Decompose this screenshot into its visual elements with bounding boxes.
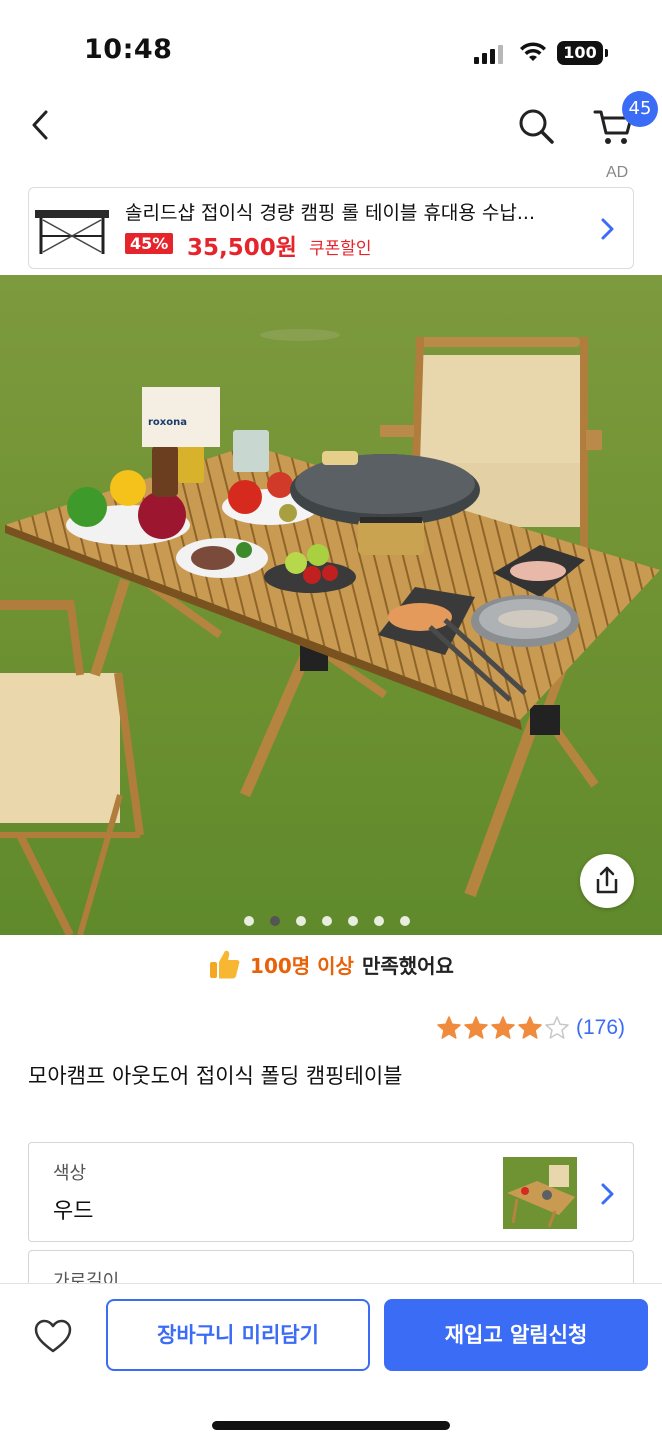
ad-label: AD <box>606 164 629 181</box>
gallery-dot[interactable] <box>296 916 306 926</box>
product-name: 모아캠프 아웃도어 접이식 폴딩 캠핑테이블 <box>28 1064 403 1088</box>
ad-banner[interactable]: 솔리드샵 접이식 경량 캠핑 롤 테이블 휴대용 수납... 45% 35,50… <box>28 187 634 269</box>
gallery-dot[interactable] <box>322 916 332 926</box>
ad-title: 솔리드샵 접이식 경량 캠핑 롤 테이블 휴대용 수납... <box>125 202 535 224</box>
rating-stars <box>436 1015 570 1041</box>
search-icon[interactable] <box>514 104 558 148</box>
signal-icon <box>474 44 503 64</box>
home-indicator <box>212 1421 450 1430</box>
gallery-dot[interactable] <box>244 916 254 926</box>
cart-count-badge: 45 <box>622 91 658 127</box>
thumbs-up-icon <box>210 950 240 979</box>
satisfaction-count: 100명 이상 <box>250 953 354 978</box>
share-button[interactable] <box>580 854 634 908</box>
ad-discount-badge: 45% <box>125 233 174 254</box>
chevron-right-icon <box>601 218 614 240</box>
option-label: 색상 <box>53 1163 87 1184</box>
star-filled-icon <box>464 1016 488 1039</box>
restock-alert-button[interactable]: 재입고 알림신청 <box>384 1299 648 1371</box>
rating[interactable]: (176) <box>436 1015 625 1041</box>
svg-text:roxona: roxona <box>148 417 187 428</box>
option-selector-color[interactable]: 색상 우드 <box>28 1142 634 1242</box>
star-filled-icon <box>491 1016 515 1039</box>
gallery-dot[interactable] <box>374 916 384 926</box>
wifi-icon <box>520 42 546 61</box>
ad-product-thumbnail <box>35 210 109 254</box>
chevron-right-icon <box>601 1183 614 1205</box>
add-to-cart-button[interactable]: 장바구니 미리담기 <box>106 1299 370 1371</box>
star-filled-icon <box>518 1016 542 1039</box>
product-photo: roxona <box>0 275 662 935</box>
status-time: 10:48 <box>84 34 173 65</box>
ad-price: 35,500원 <box>187 235 297 261</box>
star-empty-icon <box>545 1016 569 1039</box>
option-value: 우드 <box>53 1199 94 1224</box>
satisfaction-banner: 100명 이상 만족했어요 <box>0 944 662 984</box>
chevron-left-icon[interactable] <box>22 104 58 146</box>
ad-coupon-text: 쿠폰할인 <box>309 239 372 259</box>
gallery-dot[interactable] <box>400 916 410 926</box>
product-image[interactable]: roxona <box>0 275 662 935</box>
bottom-action-bar: 장바구니 미리담기 재입고 알림신청 <box>0 1283 662 1440</box>
satisfaction-text: 만족했어요 <box>361 953 454 978</box>
share-icon <box>596 866 618 894</box>
gallery-dot[interactable] <box>270 916 280 926</box>
star-filled-icon <box>437 1016 461 1039</box>
gallery-dot[interactable] <box>348 916 358 926</box>
heart-icon[interactable] <box>32 1316 74 1356</box>
review-count[interactable]: (176) <box>576 1016 625 1040</box>
option-thumbnail <box>503 1157 577 1229</box>
gallery-pagination <box>244 916 410 926</box>
battery-icon: 100 <box>557 41 608 65</box>
status-bar: 10:48 100 <box>0 0 662 100</box>
